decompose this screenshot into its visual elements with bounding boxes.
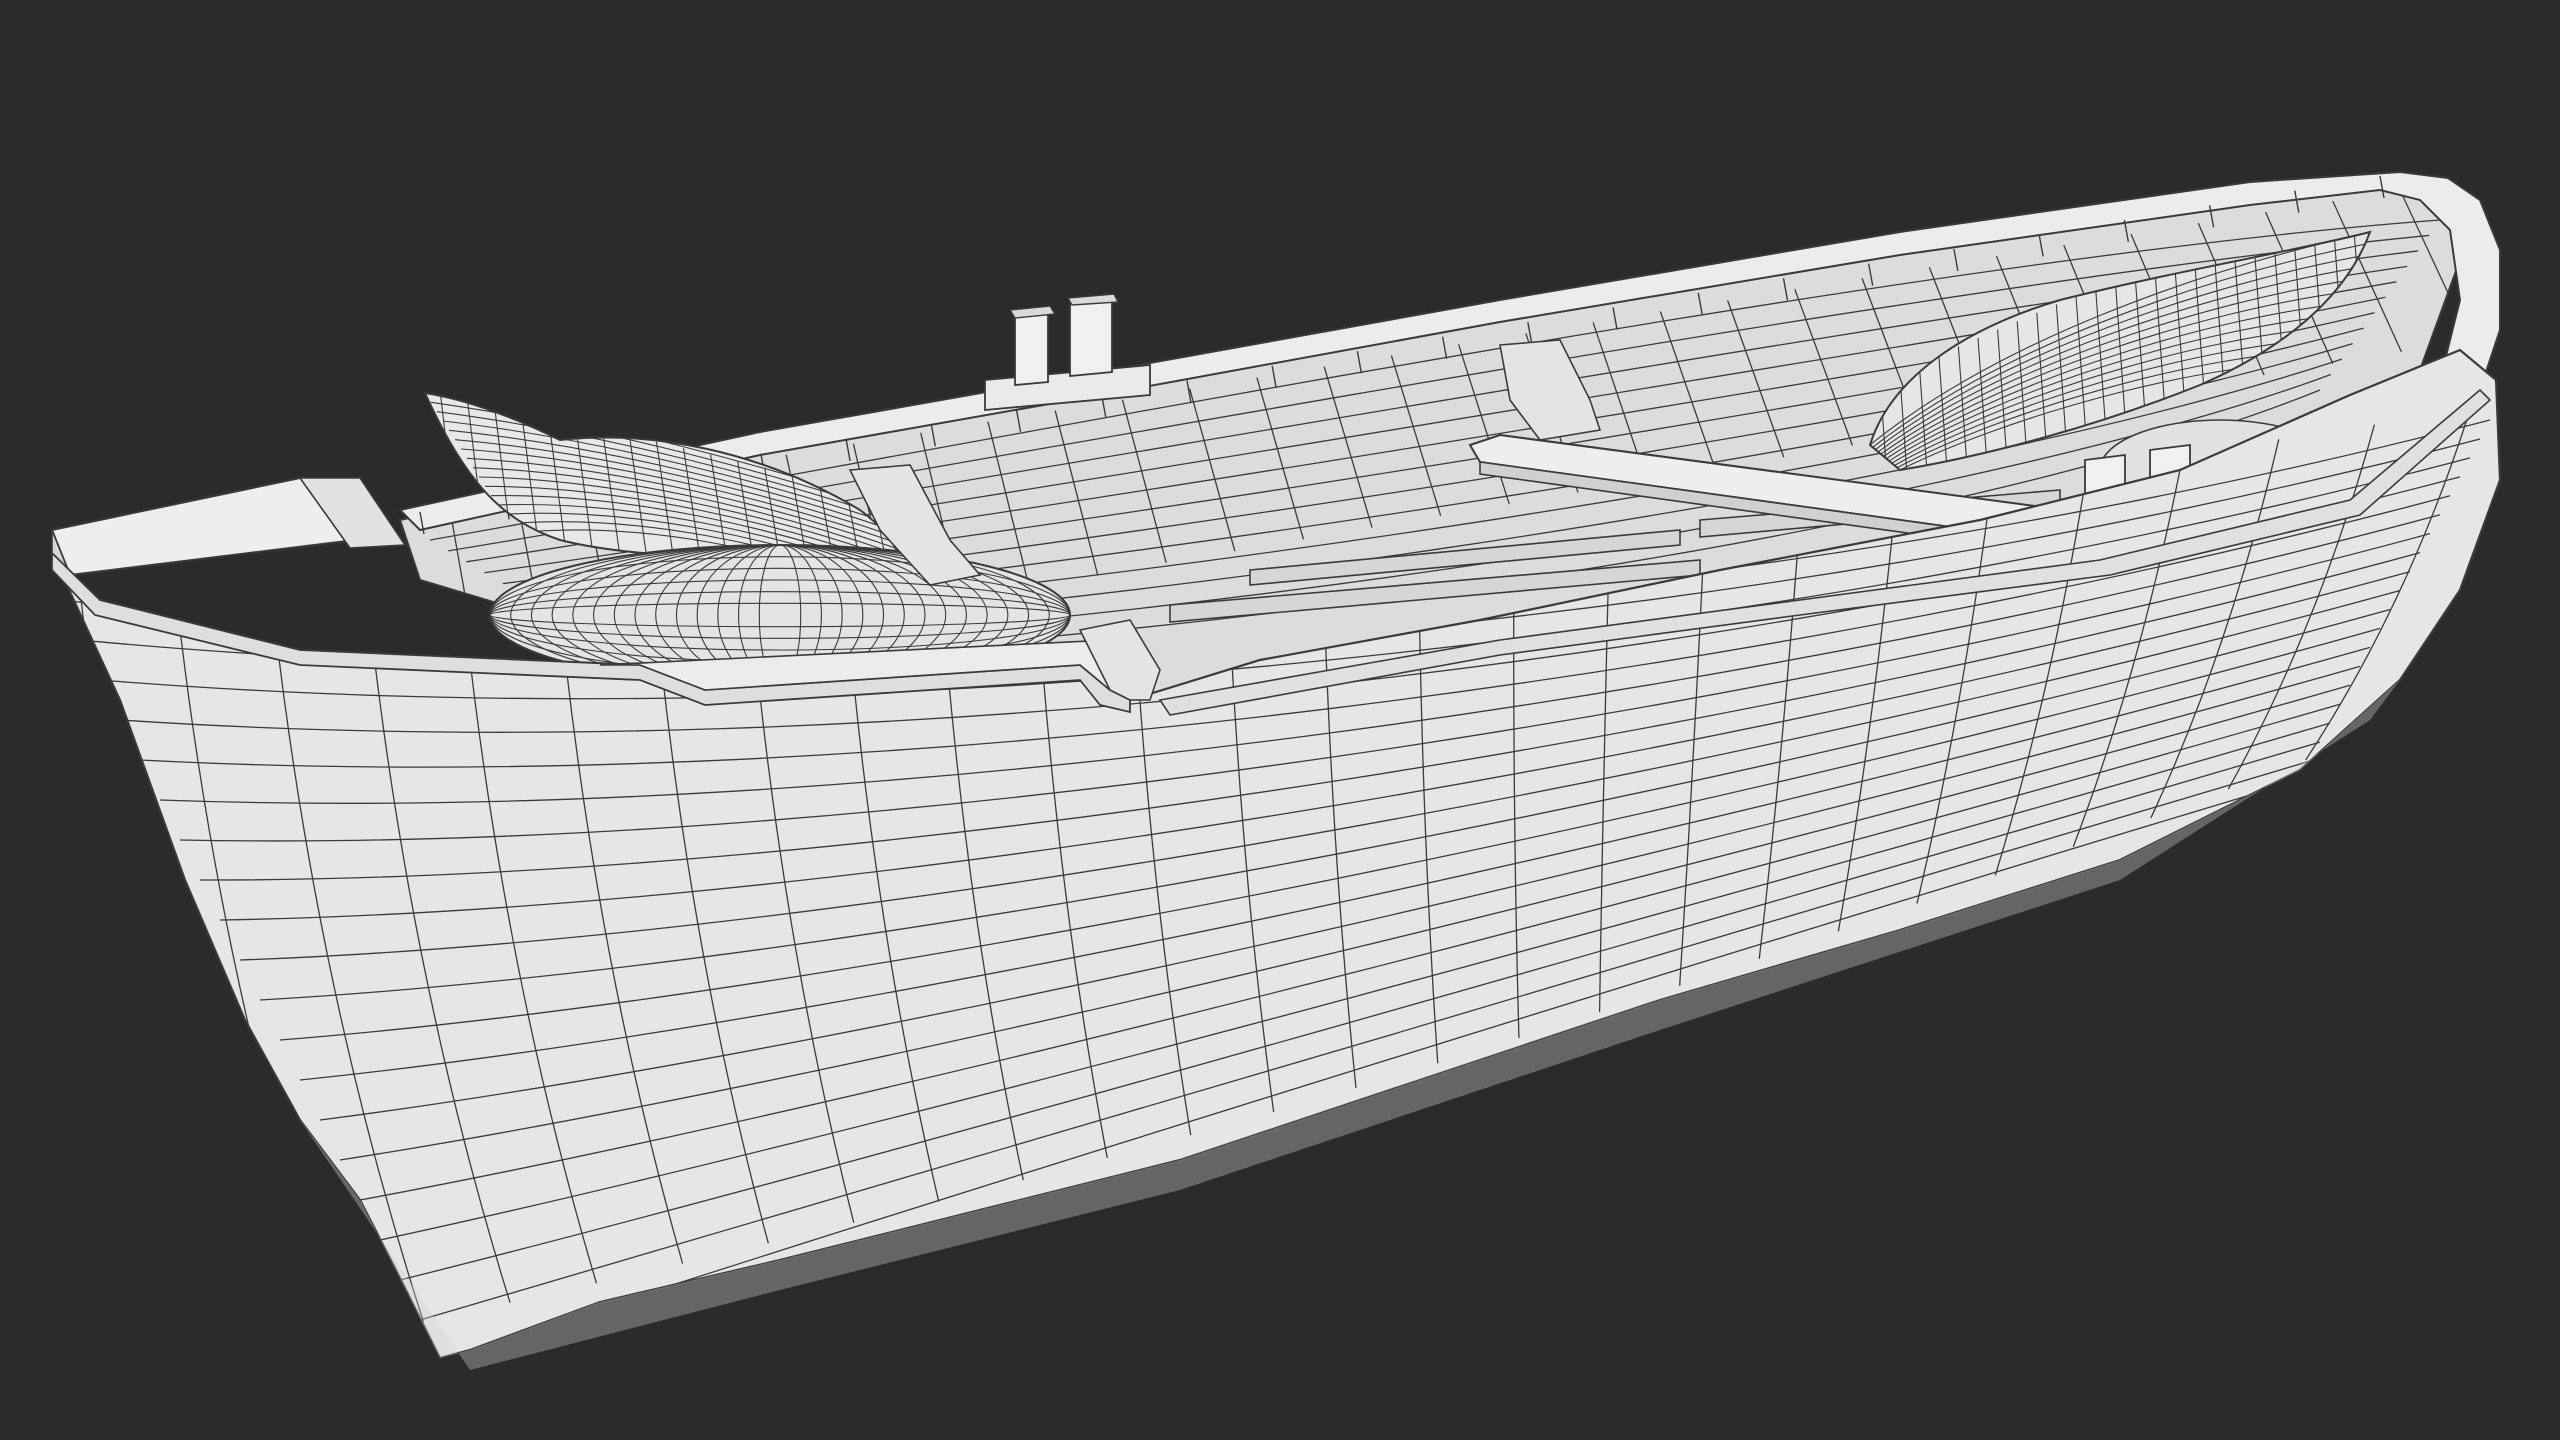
3d-viewport[interactable] xyxy=(0,0,2560,1440)
boat-model xyxy=(50,170,2502,1370)
oarlock-stern xyxy=(984,293,1151,411)
